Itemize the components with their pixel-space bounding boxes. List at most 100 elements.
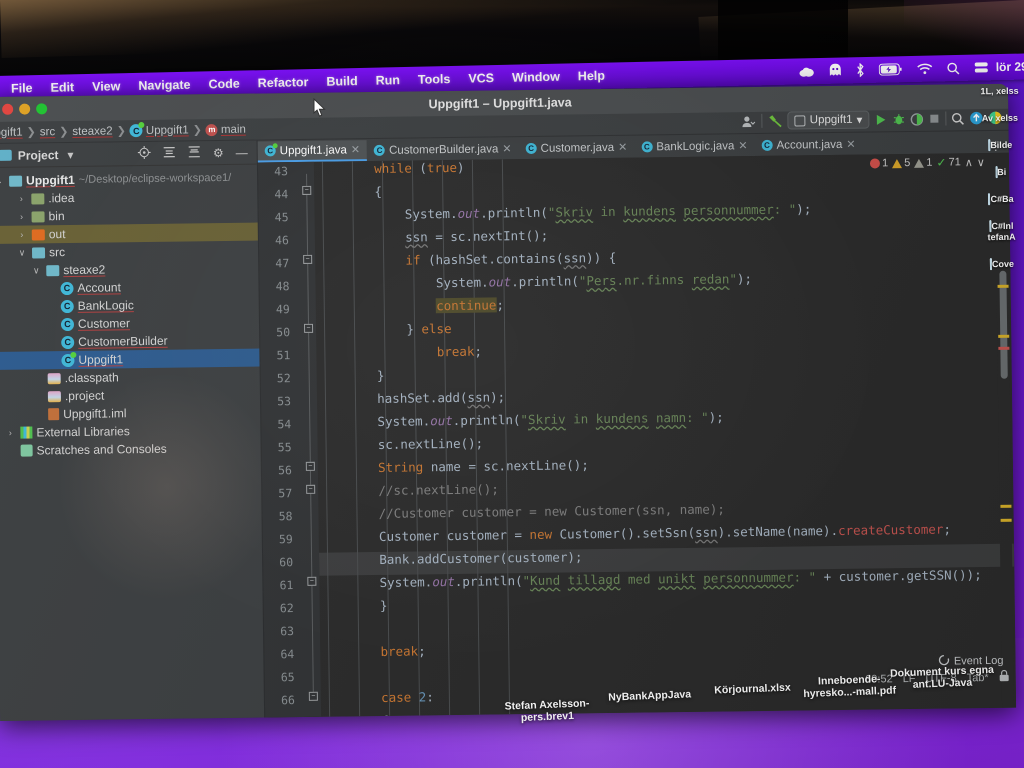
editor-gutter[interactable]: 43 44 45 46 47 48 49 50 51 52 53 54 55 56 57 58 59 60 61 62… bbox=[257, 161, 322, 717]
editor-tab-banklogic-java[interactable]: C BankLogic.java ✕ bbox=[634, 135, 754, 158]
chevron-down-icon[interactable]: ⌄ bbox=[0, 175, 5, 186]
desktop-file[interactable]: Dokument kurs egna ant.LU-Java bbox=[887, 664, 998, 692]
menu-navigate[interactable]: Navigate bbox=[129, 78, 199, 94]
menu-refactor[interactable]: Refactor bbox=[249, 75, 318, 90]
prev-problem-icon[interactable]: ∧ bbox=[965, 156, 973, 169]
desktop-icon[interactable]: Bilde bbox=[980, 139, 1020, 152]
desktop-file[interactable]: NyBankAppJava bbox=[595, 688, 705, 704]
fold-marker[interactable]: − bbox=[303, 323, 314, 333]
cloud-icon[interactable] bbox=[792, 65, 822, 77]
fold-marker[interactable]: − bbox=[307, 576, 317, 586]
weak-warning-count[interactable]: 1 bbox=[914, 157, 933, 169]
line-number: 65 bbox=[280, 670, 295, 685]
hide-panel-icon[interactable]: — bbox=[233, 145, 251, 159]
run-icon[interactable] bbox=[874, 113, 887, 126]
bluetooth-icon[interactable] bbox=[849, 63, 872, 78]
desktop-icon[interactable]: Bi bbox=[981, 166, 1021, 179]
collapse-all-icon[interactable] bbox=[185, 145, 204, 161]
error-count[interactable]: 1 bbox=[870, 157, 888, 169]
fold-marker[interactable]: − bbox=[303, 254, 313, 264]
desktop-icon[interactable]: C#Ba bbox=[981, 193, 1021, 206]
close-tab-icon[interactable]: ✕ bbox=[738, 139, 747, 152]
expand-chevron-icon[interactable]: ∨ bbox=[16, 247, 28, 258]
code-editor[interactable]: 1 5 1 ✓ 71 ∧ ∨ 43 44 45 46 47 48 49 50 5… bbox=[257, 152, 1017, 718]
menu-vcs[interactable]: VCS bbox=[459, 71, 503, 86]
check-count[interactable]: ✓ 71 bbox=[936, 155, 960, 170]
control-center-icon[interactable] bbox=[822, 63, 849, 78]
editor-tab-account-java[interactable]: C Account.java ✕ bbox=[754, 134, 862, 156]
menu-window[interactable]: Window bbox=[503, 69, 569, 85]
menu-help[interactable]: Help bbox=[569, 68, 614, 84]
run-configuration-selector[interactable]: Uppgift1 ▾ bbox=[787, 110, 870, 130]
breadcrumb-item-src[interactable]: src bbox=[40, 126, 55, 138]
expand-chevron-icon[interactable]: › bbox=[15, 194, 27, 204]
expand-chevron-icon[interactable]: › bbox=[16, 212, 28, 222]
tree-item-label: out bbox=[48, 227, 66, 242]
display-icon[interactable] bbox=[967, 61, 996, 74]
scratches-icon bbox=[20, 444, 33, 457]
inspections-widget[interactable]: 1 5 1 ✓ 71 ∧ ∨ bbox=[870, 155, 985, 171]
line-number: 56 bbox=[277, 463, 293, 478]
class-icon: C bbox=[61, 335, 75, 349]
breadcrumb-item-class[interactable]: C Uppgift1 bbox=[129, 123, 189, 138]
expand-chevron-icon[interactable]: ∨ bbox=[30, 265, 42, 276]
menu-file[interactable]: File bbox=[2, 81, 42, 96]
fold-marker[interactable]: − bbox=[302, 185, 312, 195]
desktop-icon[interactable]: Cove bbox=[982, 258, 1022, 271]
line-number: 44 bbox=[274, 187, 289, 202]
chevron-down-icon[interactable]: ▾ bbox=[856, 113, 863, 127]
menu-build[interactable]: Build bbox=[317, 74, 367, 89]
menu-view[interactable]: View bbox=[83, 79, 130, 94]
battery-icon[interactable] bbox=[872, 63, 910, 76]
close-tab-icon[interactable]: ✕ bbox=[351, 143, 360, 156]
run-toolbar[interactable]: Uppgift1 ▾ bbox=[742, 107, 1003, 132]
menu-edit[interactable]: Edit bbox=[41, 80, 83, 95]
breadcrumb-separator: ❯ bbox=[116, 125, 126, 138]
expand-chevron-icon[interactable]: › bbox=[4, 428, 16, 438]
module-file-icon bbox=[48, 408, 60, 421]
editor-tab-customer-java[interactable]: C Customer.java ✕ bbox=[518, 137, 634, 160]
expand-chevron-icon[interactable]: › bbox=[16, 230, 28, 240]
editor-tab-customerbuilder-java[interactable]: C CustomerBuilder.java ✕ bbox=[367, 138, 519, 161]
menu-tools[interactable]: Tools bbox=[409, 72, 460, 87]
search-icon[interactable] bbox=[940, 61, 967, 75]
debug-icon[interactable] bbox=[892, 113, 905, 126]
breadcrumb-item-package[interactable]: steaxe2 bbox=[72, 125, 112, 138]
project-tree[interactable]: ⌄ Uppgift1 ~/Desktop/eclipse-workspace1/… bbox=[0, 165, 261, 460]
chevron-down-icon[interactable]: ▾ bbox=[64, 147, 76, 161]
stop-icon[interactable] bbox=[928, 113, 940, 125]
menu-spacer bbox=[614, 72, 792, 76]
class-icon: C bbox=[60, 317, 75, 331]
build-hammer-icon[interactable] bbox=[768, 113, 783, 128]
editor-tab-label: CustomerBuilder.java bbox=[388, 142, 499, 157]
menu-run[interactable]: Run bbox=[367, 73, 410, 88]
expand-all-icon[interactable] bbox=[160, 145, 179, 161]
editor-tab-label: Uppgift1.java bbox=[279, 143, 347, 157]
class-icon: C bbox=[129, 124, 143, 138]
user-avatar-icon[interactable] bbox=[742, 114, 757, 127]
warning-count[interactable]: 5 bbox=[892, 157, 910, 169]
editor-tab-uppgift1-java[interactable]: C Uppgift1.java ✕ bbox=[257, 140, 368, 163]
fold-marker[interactable]: − bbox=[306, 484, 316, 494]
search-everywhere-icon[interactable] bbox=[951, 112, 964, 125]
menu-code[interactable]: Code bbox=[199, 76, 249, 92]
desktop-file[interactable]: Stefan Axelsson-pers.brev1 bbox=[492, 697, 603, 725]
close-tab-icon[interactable]: ✕ bbox=[618, 141, 627, 154]
desktop-icon[interactable]: 1L, xelss bbox=[979, 86, 1019, 98]
settings-gear-icon[interactable]: ⚙ bbox=[210, 145, 227, 159]
line-number: 50 bbox=[276, 325, 291, 340]
code-content[interactable]: while (true) { System.out.println("Skriv… bbox=[314, 153, 1016, 717]
close-tab-icon[interactable]: ✕ bbox=[846, 138, 855, 151]
fold-marker[interactable]: − bbox=[305, 461, 315, 471]
menu-bar-clock[interactable]: lör 29 bbox=[996, 59, 1024, 74]
close-tab-icon[interactable]: ✕ bbox=[502, 142, 511, 155]
breadcrumb-item-project[interactable]: pgift1 bbox=[0, 126, 23, 138]
java-class-icon: C bbox=[264, 145, 276, 157]
wifi-icon[interactable] bbox=[910, 62, 940, 75]
breadcrumb-item-method[interactable]: m main bbox=[205, 123, 246, 136]
desktop-icon[interactable]: C#Inl tefanA bbox=[981, 220, 1021, 244]
desktop-icon[interactable]: Av xelss bbox=[980, 113, 1020, 125]
locate-icon[interactable] bbox=[135, 145, 154, 161]
tree-item-scratches-and-consoles[interactable]: Scratches and Consoles bbox=[0, 439, 261, 460]
coverage-icon[interactable] bbox=[910, 112, 923, 126]
